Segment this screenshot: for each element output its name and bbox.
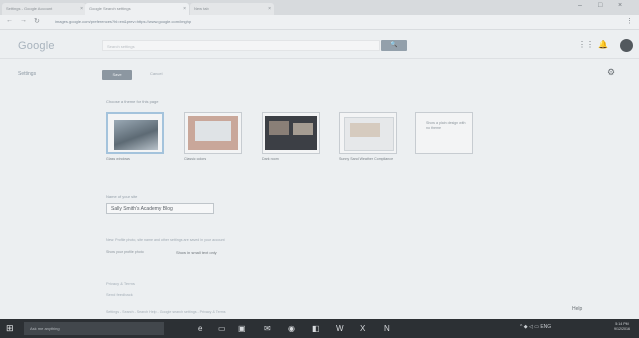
privacy-link[interactable]: Privacy & Terms <box>106 281 135 286</box>
clock[interactable]: 5:14 PM 9/12/2016 <box>614 322 630 332</box>
theme-thumb-2[interactable] <box>184 112 242 154</box>
footer-links-line[interactable]: Settings - Search - Search Help - Google… <box>106 310 226 314</box>
send-feedback-link[interactable]: Send feedback <box>106 292 133 297</box>
gear-icon[interactable]: ⚙ <box>607 67 615 78</box>
windows-taskbar: ⊞ Ask me anything e ▭ ▣ ✉ ◉ ◧ W X N ^ ◆ … <box>0 319 639 338</box>
chrome-icon[interactable]: ◉ <box>288 324 295 333</box>
theme-caption: Show a plain design with no theme <box>426 121 466 130</box>
browser-tab-1[interactable]: Settings - Google Account × <box>2 3 86 15</box>
excel-icon[interactable]: X <box>360 324 365 333</box>
outlook-icon[interactable]: ◧ <box>312 324 320 333</box>
header-divider <box>0 58 639 59</box>
tab-label: New tab <box>194 6 209 11</box>
cancel-link[interactable]: Cancel <box>150 71 162 76</box>
google-logo[interactable]: Google <box>18 40 55 52</box>
close-window-icon[interactable]: × <box>618 2 622 9</box>
avatar[interactable] <box>620 39 633 52</box>
folder-icon[interactable]: ▭ <box>218 324 226 333</box>
theme-thumb-5[interactable]: Show a plain design with no theme <box>415 112 473 154</box>
theme-thumb-1[interactable] <box>106 112 164 154</box>
notifications-icon[interactable]: 🔔 <box>598 40 608 49</box>
onenote-icon[interactable]: N <box>384 324 390 333</box>
page-title: Settings <box>18 71 37 77</box>
mail-icon[interactable]: ✉ <box>264 324 271 333</box>
close-tab-icon[interactable]: × <box>80 3 83 15</box>
close-tab-icon[interactable]: × <box>183 3 186 15</box>
browser-tab-3[interactable]: New tab × <box>190 3 274 15</box>
store-icon[interactable]: ▣ <box>238 324 246 333</box>
theme-thumb-4[interactable] <box>339 112 397 154</box>
name-field[interactable]: Sally Smith's Academy Blog <box>106 203 214 214</box>
theme-thumb-3[interactable] <box>262 112 320 154</box>
reload-icon[interactable]: ↻ <box>34 17 40 25</box>
browser-tab-2[interactable]: Google Search settings × <box>85 3 189 15</box>
edge-icon[interactable]: e <box>198 324 202 333</box>
tab-label: Google Search settings <box>89 6 131 11</box>
forward-arrow-icon[interactable]: → <box>20 17 27 24</box>
theme-preview-window <box>350 123 380 137</box>
taskbar-search-input[interactable]: Ask me anything <box>24 322 164 335</box>
maximize-icon[interactable]: □ <box>598 2 602 9</box>
theme-preview-window <box>293 123 313 135</box>
address-bar-row: ← → ↻ images.google.com/preferences?hl=e… <box>0 15 639 30</box>
tab-label: Settings - Google Account <box>6 6 53 11</box>
option-value-link[interactable]: Show in small text only <box>176 250 217 255</box>
word-icon[interactable]: W <box>336 324 344 333</box>
apps-grid-icon[interactable]: ⋮⋮ <box>578 40 594 49</box>
browser-menu-icon[interactable]: ⋮ <box>626 17 633 25</box>
search-icon: 🔍 <box>390 42 398 48</box>
theme-preview-image <box>114 120 158 150</box>
theme-caption: Sunny Sand Weather Compliance <box>339 157 394 161</box>
search-button[interactable]: 🔍 <box>381 40 407 51</box>
windows-start-icon[interactable]: ⊞ <box>6 324 14 333</box>
back-arrow-icon[interactable]: ← <box>6 17 13 24</box>
system-tray[interactable]: ^ ◆ ◁ ▭ ENG <box>520 324 551 330</box>
clock-date: 9/12/2016 <box>614 327 630 331</box>
help-link[interactable]: Help <box>572 306 582 312</box>
option-label: Show your profile photo <box>106 250 144 254</box>
search-input[interactable]: Search settings <box>102 40 380 51</box>
theme-caption: Classic colors <box>184 157 207 161</box>
tab-bar: Settings - Google Account × Google Search… <box>0 0 639 15</box>
name-field-label: Name of your site <box>106 194 138 199</box>
themes-label: Choose a theme for this page <box>106 99 159 104</box>
theme-caption: Dark room <box>262 157 279 161</box>
minimize-icon[interactable]: – <box>578 2 582 9</box>
info-text: New: Profile photo, site name and other … <box>106 238 225 242</box>
theme-preview-window <box>195 121 231 141</box>
close-tab-icon[interactable]: × <box>268 3 271 15</box>
theme-preview-window <box>269 121 289 135</box>
url-input[interactable]: images.google.com/preferences?hl=en&prev… <box>55 17 525 26</box>
save-button[interactable]: Save <box>102 70 132 80</box>
theme-caption: Glass windows <box>106 157 130 161</box>
